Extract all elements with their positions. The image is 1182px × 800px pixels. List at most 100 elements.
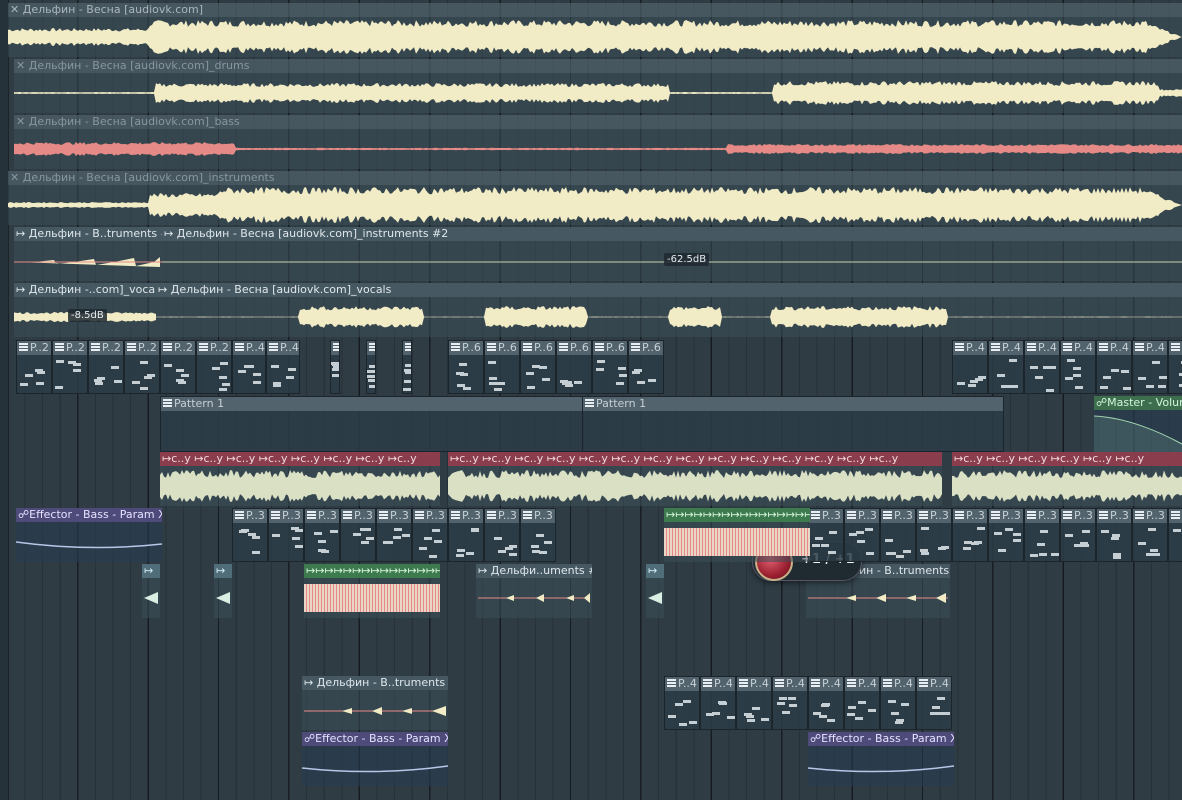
audio-clip-small[interactable]: ↦ [646,564,664,618]
pattern-clip[interactable]: Pattern 1 [582,396,1004,452]
audio-clip-instruments-2[interactable]: ↦ Дельфи..uments #2 [476,564,592,618]
pattern-clip[interactable]: P..3 [1132,508,1168,562]
automation-clip-master[interactable]: ☍Master - Volum [1094,396,1182,452]
pattern-clip[interactable]: P..3 [520,508,556,562]
pattern-clip[interactable]: P..3 [1024,508,1060,562]
note [1113,556,1121,559]
pattern-clip[interactable]: P..4 [266,340,300,394]
pattern-clip[interactable]: P..2 [88,340,124,394]
pattern-clip[interactable]: P..4 [952,340,988,394]
pattern-clip[interactable]: P..3 [952,508,988,562]
pattern-clip[interactable]: P..3 [376,508,412,562]
note [675,703,683,706]
audio-slice-group[interactable]: ↦c..y ↦c..y ↦c..y ↦c..y ↦c..y ↦c..y [952,452,1182,506]
pattern-clip[interactable]: P..3 [1060,508,1096,562]
audio-clip-instruments-short[interactable]: ↦ Дельфин - B..truments #2 [14,227,162,281]
audio-clip-bass[interactable]: ✕ Дельфин - Весна [audiovk.com]_bass [14,115,1182,169]
pattern-clip[interactable]: P..2 [124,340,160,394]
pattern-clip[interactable]: Pattern 1 [160,396,584,452]
audio-clip-vocals-long[interactable]: ↦ Дельфин - Весна [audiovk.com]_vocals [156,283,1182,337]
pattern-clip[interactable]: P..4 [736,676,772,730]
audio-clip-small[interactable]: ↦ [142,564,160,618]
audio-clip-instruments-long[interactable]: ↦ Дельфин - Весна [audiovk.com]_instrume… [162,227,1182,281]
audio-slice-group[interactable]: ↦↦↦↦↦↦↦↦↦↦↦↦↦↦↦↦ [664,508,810,562]
pattern-clip[interactable]: P..4 [988,340,1024,394]
pattern-clip[interactable]: P..4 [880,676,916,730]
close-icon[interactable]: ✕ [16,115,25,128]
pattern-icon [487,511,496,520]
pattern-clip[interactable]: P..3 [232,508,268,562]
pattern-clip[interactable]: P..6 [448,340,484,394]
pattern-icon [955,343,964,352]
pattern-clip[interactable]: P..3 [880,508,916,562]
automation-clip-effector[interactable]: ☍Effector - Bass - Param X [808,732,954,786]
audio-clip-vocals-short[interactable]: ↦ Дельфин -..com]_vocals -8.5dB [14,283,156,337]
pattern-clip[interactable]: P..4 [1168,340,1182,394]
pattern-clip[interactable]: P..4 [232,340,266,394]
pattern-clip[interactable]: P..2 [160,340,196,394]
clip-label: Дельфин - Весна [audiovk.com]_instrument… [22,171,275,184]
pattern-notes [267,355,299,393]
pattern-clip[interactable]: P..6 [520,340,556,394]
audio-slice-group[interactable]: ↦c..y ↦c..y ↦c..y ↦c..y ↦c..y ↦c..y ↦c..… [160,452,440,506]
close-icon[interactable]: ✕ [10,3,19,16]
note [1030,366,1038,369]
close-icon[interactable]: ✕ [10,171,19,184]
note [866,552,874,555]
pattern-clip[interactable]: P..2 [52,340,88,394]
audio-slice-group[interactable]: ↦↦↦↦↦↦↦↦↦↦↦↦↦↦↦ [304,564,440,618]
pattern-clip[interactable]: P..3 [1096,508,1132,562]
audio-clip-drums[interactable]: ✕ Дельфин - Весна [audiovk.com]_drums [14,59,1182,113]
pattern-icon [523,511,532,520]
pattern-clip[interactable]: P..4 [700,676,736,730]
automation-clip-effector[interactable]: ☍Effector - Bass - Param X [16,508,162,562]
note [997,374,1005,377]
pattern-clip[interactable] [402,340,412,394]
note [497,382,505,385]
note [970,380,978,383]
clip-label: P..4 [1074,341,1093,354]
pattern-clip[interactable]: P..2 [196,340,232,394]
pattern-notes [269,523,303,561]
pattern-clip[interactable]: P..4 [1096,340,1132,394]
pattern-clip[interactable]: P..2 [16,340,52,394]
note [114,380,122,383]
pattern-clip[interactable]: P..3 [304,508,340,562]
note [888,552,896,555]
pattern-clip[interactable]: P..3 [1168,508,1182,562]
pattern-clip[interactable]: P..3 [484,508,520,562]
pattern-clip[interactable]: P..3 [844,508,880,562]
note [288,368,296,371]
audio-clip-instruments-4[interactable]: ↦ Дельфин - B..truments #2 [302,676,448,730]
clip-label: P..3 [858,509,877,522]
pattern-clip[interactable]: P..4 [1060,340,1096,394]
pattern-clip[interactable]: P..3 [340,508,376,562]
pattern-clip[interactable]: P..6 [628,340,664,394]
audio-clip-small[interactable]: ↦ [214,564,232,618]
pattern-clip[interactable]: P..3 [412,508,448,562]
clip-label: P..3 [318,509,337,522]
pattern-clip[interactable] [330,340,340,394]
audio-slice-group[interactable]: ↦c..y ↦c..y ↦c..y ↦c..y ↦c..y ↦c..y ↦c..… [448,452,942,506]
pattern-clip[interactable]: P..6 [484,340,520,394]
pattern-clip[interactable]: P..4 [664,676,700,730]
pattern-clip[interactable]: P..3 [268,508,304,562]
pattern-clip[interactable]: P..6 [592,340,628,394]
pattern-clip[interactable]: P..4 [808,676,844,730]
pattern-clip[interactable]: P..3 [448,508,484,562]
waveform [478,593,590,603]
audio-clip-full[interactable]: ✕ Дельфин - Весна [audiovk.com] [8,3,1182,57]
pattern-clip[interactable] [366,340,376,394]
pattern-clip[interactable]: P..6 [556,340,592,394]
pattern-clip[interactable]: P..3 [808,508,844,562]
automation-clip-effector[interactable]: ☍Effector - Bass - Param X [302,732,448,786]
pattern-clip[interactable]: P..3 [988,508,1024,562]
pattern-clip[interactable]: P..4 [1132,340,1168,394]
audio-clip-instruments[interactable]: ✕ Дельфин - Весна [audiovk.com]_instrume… [8,171,1182,225]
pattern-clip[interactable]: P..3 [916,508,952,562]
close-icon[interactable]: ✕ [16,59,25,72]
pattern-clip[interactable]: P..4 [1024,340,1060,394]
pattern-clip[interactable]: P..4 [772,676,808,730]
pattern-clip[interactable]: P..4 [844,676,880,730]
pattern-clip[interactable]: P..4 [916,676,952,730]
